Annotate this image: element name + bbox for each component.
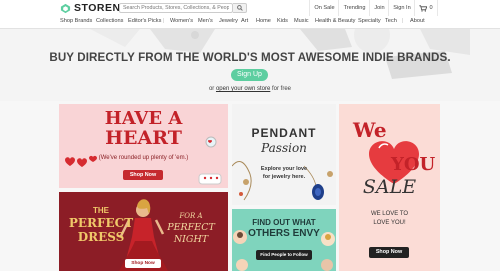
nav-on-sale[interactable]: On Sale: [309, 0, 339, 16]
promo-tile-pendant-passion[interactable]: PENDANT Passion Explore your love for je…: [232, 104, 336, 205]
envy-title-line2: OTHERS ENVY: [248, 228, 320, 239]
love-shop-now-button[interactable]: Shop Now: [369, 247, 409, 258]
category-separator: |: [402, 18, 404, 24]
search-icon: [236, 5, 243, 11]
nav-join[interactable]: Join: [369, 0, 389, 16]
pendant-script-title: Passion: [261, 141, 307, 155]
nav-sign-in[interactable]: Sign In: [388, 0, 415, 16]
search-button[interactable]: [233, 3, 247, 13]
nav-sign-in-label: Sign In: [393, 5, 411, 11]
category-music[interactable]: Music: [294, 18, 309, 24]
open-store-line: or open your own store for free: [0, 86, 500, 92]
promo-tile-have-a-heart[interactable]: HAVE A HEART (We've rounded up plenty of…: [59, 104, 228, 188]
heart-title-line2: HEART: [105, 127, 182, 149]
nav-join-label: Join: [374, 5, 385, 11]
cart-count: 0: [429, 5, 433, 11]
love-we: We: [353, 118, 387, 142]
love-you: YOU: [391, 154, 436, 175]
category-home[interactable]: Home: [256, 18, 271, 24]
dress-title-line1: THE: [93, 206, 109, 215]
love-text-line2: LOVE YOU!: [373, 220, 406, 226]
or-prefix: or: [208, 86, 215, 92]
category-specialty[interactable]: Specialty: [358, 18, 381, 24]
pendant-title: PENDANT: [251, 126, 317, 140]
storenvy-logo-icon: [60, 3, 71, 13]
category-separator: |: [163, 18, 165, 24]
heart-title-line1: HAVE A: [104, 108, 183, 129]
love-sale: SALE: [362, 176, 417, 198]
sign-up-button[interactable]: Sign Up: [231, 69, 268, 81]
promo-tile-perfect-dress[interactable]: THE PERFECT DRESS FOR A PERFECT NIGHT Sh…: [59, 192, 228, 271]
dress-right-line2: PERFECT: [167, 222, 215, 233]
promo-tile-love-sale[interactable]: We YOU SALE WE LOVE TO LOVE YOU! Shop No…: [339, 104, 440, 271]
category-editors-picks[interactable]: Editor's Picks: [128, 18, 161, 24]
top-bar: STORENVY On Sale Trending Join Sign In 0: [0, 0, 500, 17]
open-store-link[interactable]: open your own store: [216, 86, 270, 92]
category-about[interactable]: About: [410, 18, 425, 24]
heart-shop-now-button[interactable]: Shop Now: [123, 170, 163, 180]
category-shop-brands[interactable]: Shop Brands: [60, 18, 92, 24]
search-input[interactable]: [119, 3, 233, 13]
category-jewelry[interactable]: Jewelry: [219, 18, 238, 24]
category-mens[interactable]: Men's: [198, 18, 213, 24]
love-text-line1: WE LOVE TO: [370, 211, 409, 217]
dress-title-line2: PERFECT: [68, 216, 134, 230]
envy-title-line1: FIND OUT WHAT: [252, 218, 316, 227]
cart-button[interactable]: 0: [414, 0, 438, 16]
or-suffix: for free: [272, 86, 292, 92]
category-health-beauty[interactable]: Health & Beauty: [315, 18, 355, 24]
dress-title-line3: DRESS: [77, 230, 125, 244]
nav-trending-label: Trending: [343, 5, 366, 11]
promo-tile-others-envy[interactable]: FIND OUT WHAT OTHERS ENVY Find People to…: [232, 209, 336, 271]
dress-shop-now-button[interactable]: Shop Now: [125, 259, 161, 268]
nav-trending[interactable]: Trending: [338, 0, 370, 16]
category-nav: Shop Brands Collections Editor's Picks |…: [0, 16, 500, 29]
dress-right-line1: FOR A: [179, 212, 203, 220]
nav-on-sale-label: On Sale: [314, 5, 335, 11]
pendant-desc-line1: Explore your love: [260, 166, 308, 172]
category-collections[interactable]: Collections: [96, 18, 123, 24]
category-kids[interactable]: Kids: [277, 18, 288, 24]
heart-subtitle: (We've rounded up plenty of 'em.): [98, 155, 189, 161]
find-people-button[interactable]: Find People to Follow: [256, 250, 312, 260]
category-tech[interactable]: Tech: [385, 18, 397, 24]
category-womens[interactable]: Women's: [170, 18, 193, 24]
category-art[interactable]: Art: [241, 18, 248, 24]
dress-right-line3: NIGHT: [173, 234, 209, 245]
hero-headline: BUY DIRECTLY FROM THE WORLD'S MOST AWESO…: [49, 51, 451, 64]
pendant-desc-line2: for jewelry here.: [262, 174, 306, 180]
cart-icon: [419, 4, 428, 12]
